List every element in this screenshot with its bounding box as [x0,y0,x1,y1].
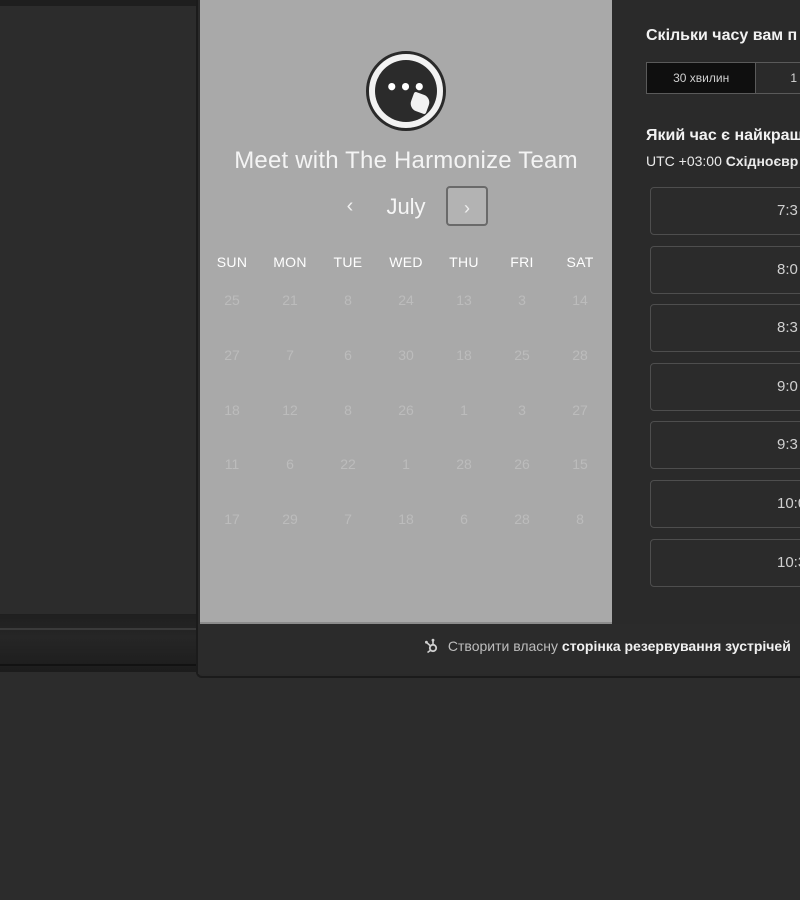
calendar-day: 7 [286,346,294,363]
time-slot-button[interactable]: 9:0 [650,362,800,411]
duration-question: Скільки часу вам п [646,27,798,44]
calendar-day: 15 [572,456,588,473]
calendar-day: 6 [460,511,468,528]
time-slot-button[interactable]: 10:0 [650,479,800,528]
calendar-day: 29 [282,511,298,528]
calendar-day: 14 [572,292,588,308]
ellipsis-icon: ••• [385,75,427,99]
time-question: Який час є найкращ [646,127,800,144]
chevron-left-icon: ‹ [346,195,354,217]
calendar-days: 25 21 8 24 13 3 14 27 7 6 30 18 25 28 18… [200,285,612,559]
calendar-day: 3 [518,401,526,418]
calendar-week: 11 6 22 1 28 26 15 [203,449,609,504]
backdrop-strip [0,614,196,672]
calendar-day: 25 [224,292,240,308]
calendar-day: 27 [224,346,240,363]
chat-bubble-inner: ••• [375,60,437,122]
booking-options-pane: Скільки часу вам п 30 хвилин 1 Який час … [612,0,800,622]
duration-selector: 30 хвилин 1 [646,62,800,94]
calendar-day: 8 [344,401,352,418]
calendar-week: 27 7 6 30 18 25 28 [203,340,609,395]
calendar-day: 13 [456,292,472,308]
calendar-day: 17 [224,511,240,528]
calendar-day: 28 [514,511,530,528]
calendar-day: 28 [572,346,588,363]
calendar-day: 1 [402,456,410,473]
calendar-day: 6 [286,456,294,473]
time-slot-button[interactable]: 9:3 [650,421,800,470]
calendar-day: 7 [344,511,352,528]
calendar-day: 22 [340,456,356,473]
meeting-scheduler: ••• Meet with The Harmonize Team ‹ July … [196,0,800,678]
calendar-day: 21 [282,292,298,308]
duration-option-30[interactable]: 30 хвилин [647,63,756,93]
weekday-label: FRI [510,254,534,270]
calendar-day: 6 [344,346,352,363]
calendar-day: 24 [398,292,414,308]
chat-bubble-icon: ••• [366,51,446,131]
time-slot-button[interactable]: 8:0 [650,245,800,294]
calendar-day: 28 [456,456,472,473]
page: ••• Meet with The Harmonize Team ‹ July … [0,0,800,900]
time-slot-button[interactable]: 8:3 [650,304,800,353]
weekday-label: SAT [566,254,594,270]
weekday-label: WED [389,254,423,270]
calendar-day: 11 [224,456,240,473]
calendar-day: 26 [398,401,414,418]
footer-prefix: Створити власну [447,638,562,654]
calendar-day: 27 [572,401,588,418]
calendar-week: 25 21 8 24 13 3 14 [203,285,609,340]
calendar-day: 26 [514,456,530,473]
calendar-day: 18 [224,401,240,418]
calendar-day: 12 [282,401,298,418]
calendar-day: 18 [456,346,472,363]
calendar-day: 18 [398,511,414,528]
sprocket-icon [425,638,438,654]
calendar-week: 17 29 7 18 6 28 8 [203,504,609,559]
calendar-panel: ••• Meet with The Harmonize Team ‹ July … [200,0,612,624]
weekday-label: MON [273,254,307,270]
duration-option-1[interactable]: 1 [755,63,800,93]
month-navigation: ‹ July › [200,186,612,228]
time-slot-list: 7:3 8:0 8:3 9:0 9:3 10:0 10:3 [650,187,800,597]
backdrop-strip [0,0,196,6]
month-label: July [386,194,426,219]
calendar-day: 25 [514,346,530,363]
calendar-day: 8 [576,511,584,528]
next-month-button[interactable]: › [446,186,488,226]
footer-content: Створити власну сторінка резервування зу… [424,638,791,654]
previous-month-button[interactable]: ‹ [330,186,370,228]
calendar-week: 18 12 8 26 1 3 27 [203,395,609,450]
timezone-label[interactable]: UTC +03:00 Східноєвр [646,153,798,169]
time-slot-button[interactable]: 10:3 [650,538,800,587]
create-booking-page-link[interactable]: сторінка резервування зустрічей [562,638,791,654]
calendar-day: 8 [344,292,352,308]
weekday-label: TUE [333,254,363,270]
meeting-title: Meet with The Harmonize Team [234,147,578,174]
calendar-day: 30 [398,346,414,363]
weekday-label: THU [449,254,479,270]
weekday-header: SUN MON TUE WED THU FRI SAT [200,254,612,274]
timezone-name: Східноєвр [725,153,799,169]
weekday-label: SUN [216,254,248,270]
footer: Створити власну сторінка резервування зу… [198,624,800,674]
timezone-offset: UTC +03:00 [646,153,726,169]
calendar-day: 3 [518,292,526,308]
calendar-day: 1 [460,401,468,418]
time-slot-button[interactable]: 7:3 [650,187,800,235]
chevron-right-icon: › [464,198,470,218]
